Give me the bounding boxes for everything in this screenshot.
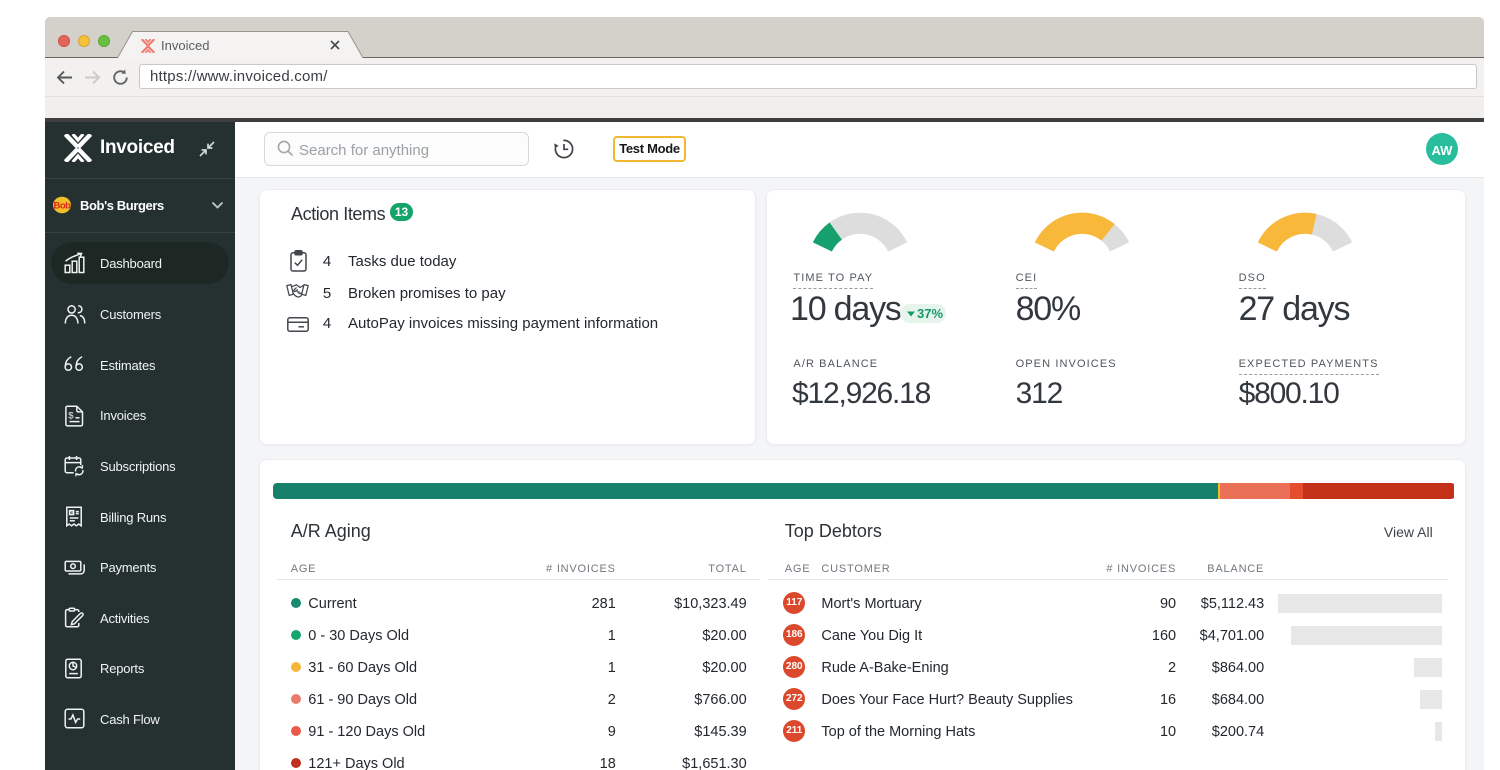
svg-text:$: $ xyxy=(71,510,74,516)
svg-text:Bob: Bob xyxy=(54,200,71,211)
svg-text:$: $ xyxy=(68,410,74,421)
